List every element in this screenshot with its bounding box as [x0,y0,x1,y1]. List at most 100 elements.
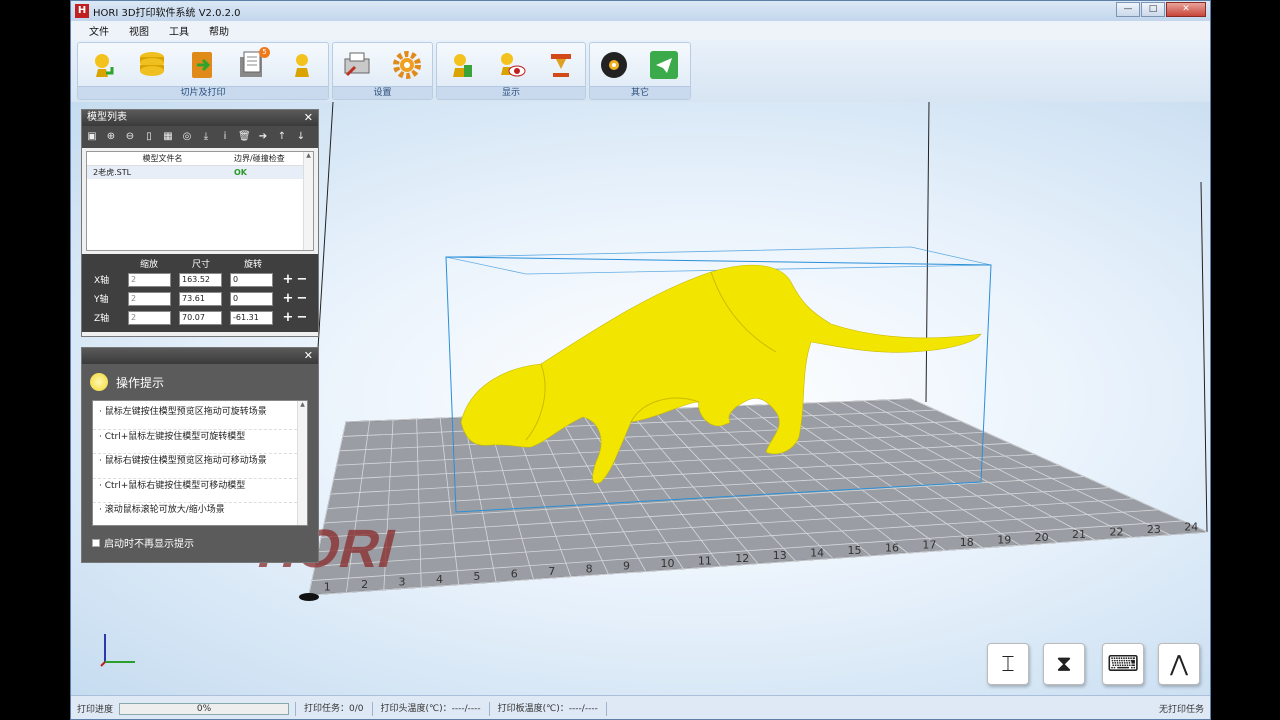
save-icon[interactable]: ▣ [86,131,98,143]
plus-icon[interactable]: + [281,291,295,306]
info-icon[interactable]: i [219,131,231,143]
bed-tick-label: 16 [885,541,899,554]
delete-icon[interactable]: 🗑 [238,131,251,143]
bed-tick-label: 6 [511,568,518,581]
side-view-icon: ⋀ [1169,651,1189,677]
dont-show-checkbox[interactable] [92,538,100,547]
print-queue-icon[interactable]: 5 [234,47,270,83]
file-icon[interactable]: ▯ [143,131,155,143]
load-model-icon[interactable] [84,47,120,83]
piece-icon[interactable] [284,47,320,83]
arrow-up-icon[interactable]: ↑ [276,131,288,143]
rotate-z-input[interactable]: -61.31 [230,310,273,325]
support-view-icon[interactable] [543,47,579,83]
view-top-button[interactable]: ⧗ [1043,643,1085,685]
minus-icon[interactable]: − [295,291,309,306]
model-view-icon[interactable] [443,47,479,83]
size-x-input[interactable]: 163.52 [179,272,222,287]
scrollbar[interactable]: ▲ [303,152,313,250]
send-icon[interactable] [646,47,682,83]
ribbon-group-other: 其它 [589,42,691,100]
gear-icon[interactable] [389,47,425,83]
arrow-down-icon[interactable]: ↓ [295,131,307,143]
bed-tick-label: 18 [960,536,974,549]
bed-tick-label: 17 [922,539,936,552]
bed-tick-label: 8 [586,562,593,575]
panel-header: ✕ [82,348,318,364]
bed-temperature: 打印板温度(℃)：----/---- [490,701,607,716]
table-row[interactable]: 2老虎.STL OK [87,166,313,179]
close-icon[interactable]: ✕ [304,348,313,364]
bed-tick-label: 15 [848,544,862,557]
scrollbar[interactable]: ▲ [297,401,307,525]
disk-icon[interactable] [596,47,632,83]
select-view-icon: ⌨ [1107,651,1139,677]
panel-title: 模型列表 [87,112,127,123]
drop-icon[interactable]: ⤓ [200,131,212,143]
scale-y-input[interactable]: 2 [128,291,171,306]
export-gcode-icon[interactable] [184,47,220,83]
print-task: 打印任务：0/0 [295,701,373,716]
menu-tools[interactable]: 工具 [159,23,199,38]
ribbon-group-slice-print: 5 切片及打印 [77,42,329,100]
progress-text: 0% [196,703,212,714]
hint-title: 操作提示 [116,375,165,390]
transform-row-x: X轴 2 163.52 0 + − [88,270,312,289]
ribbon-group-label: 设置 [333,86,432,99]
checkbox-label: 启动时不再显示提示 [104,539,194,550]
bed-tick-label: 22 [1109,526,1123,539]
close-button[interactable]: ✕ [1166,2,1206,17]
size-y-input[interactable]: 73.61 [179,291,222,306]
rotate-y-input[interactable]: 0 [230,291,273,306]
status-badge: OK [234,168,247,177]
center-icon[interactable]: ◎ [181,131,193,143]
transform-panel: 缩放 尺寸 旋转 X轴 2 163.52 0 + − Y轴 2 73.61 0 … [82,254,318,332]
menu-file[interactable]: 文件 [79,23,119,38]
view-side-button[interactable]: ⋀ [1158,643,1200,685]
ribbon-group-label: 其它 [590,86,690,99]
model-file-name: 2老虎.STL [93,168,132,177]
size-z-input[interactable]: 70.07 [179,310,222,325]
slice-icon[interactable] [134,47,170,83]
bed-tick-label: 21 [1072,528,1086,541]
minus-icon[interactable]: − [295,310,309,325]
axis-label: Z轴 [94,314,110,324]
bed-tick-label: 12 [735,552,749,565]
view-select-button[interactable]: ⌨ [1102,643,1144,685]
bed-tick-label: 20 [1035,531,1049,544]
rotate-header: 旋转 [244,260,263,270]
menu-help[interactable]: 帮助 [199,23,239,38]
remove-icon[interactable]: ⊖ [124,131,136,143]
hint-footer[interactable]: 启动时不再显示提示 [82,526,318,559]
bed-tick-label: 10 [660,557,674,570]
ribbon-group-label: 显示 [437,86,585,99]
add-icon[interactable]: ⊕ [105,131,117,143]
ribbon-group-settings: 设置 [332,42,433,100]
rotate-x-input[interactable]: 0 [230,272,273,287]
view-front-button[interactable]: ⌶ [987,643,1029,685]
model-table: 模型文件名 边界/碰撞检查 2老虎.STL OK ▲ [86,151,314,251]
scale-x-input[interactable]: 2 [128,272,171,287]
grid-icon[interactable]: ▦ [162,131,174,143]
axis-label: X轴 [94,276,110,286]
print-progress-bar: 0% [119,702,290,715]
minus-icon[interactable]: − [295,272,309,287]
bed-tick-label: 7 [548,565,555,578]
plus-icon[interactable]: + [281,272,295,287]
printer-settings-icon[interactable] [339,47,375,83]
scale-z-input[interactable]: 2 [128,310,171,325]
menu-bar: 文件 视图 工具 帮助 [71,21,1210,40]
model-list-panel: 模型列表 ✕ ▣ ⊕ ⊖ ▯ ▦ ◎ ⤓ i 🗑 ➔ ↑ ↓ 模型文件名 边界/碰… [81,109,319,337]
list-item: · 鼠标右键按住模型预览区拖动可移动场景 [93,454,307,479]
preview-eye-icon[interactable] [493,47,529,83]
column-header-name: 模型文件名 [142,154,183,163]
close-icon[interactable]: ✕ [304,110,313,126]
arrow-right-icon[interactable]: ➔ [257,131,269,143]
bed-tick-label: 14 [810,547,824,560]
maximize-button[interactable]: □ [1141,2,1165,17]
bed-tick-label: 3 [399,575,406,588]
menu-view[interactable]: 视图 [119,23,159,38]
plus-icon[interactable]: + [281,310,295,325]
size-header: 尺寸 [192,260,211,270]
minimize-button[interactable]: — [1116,2,1140,17]
